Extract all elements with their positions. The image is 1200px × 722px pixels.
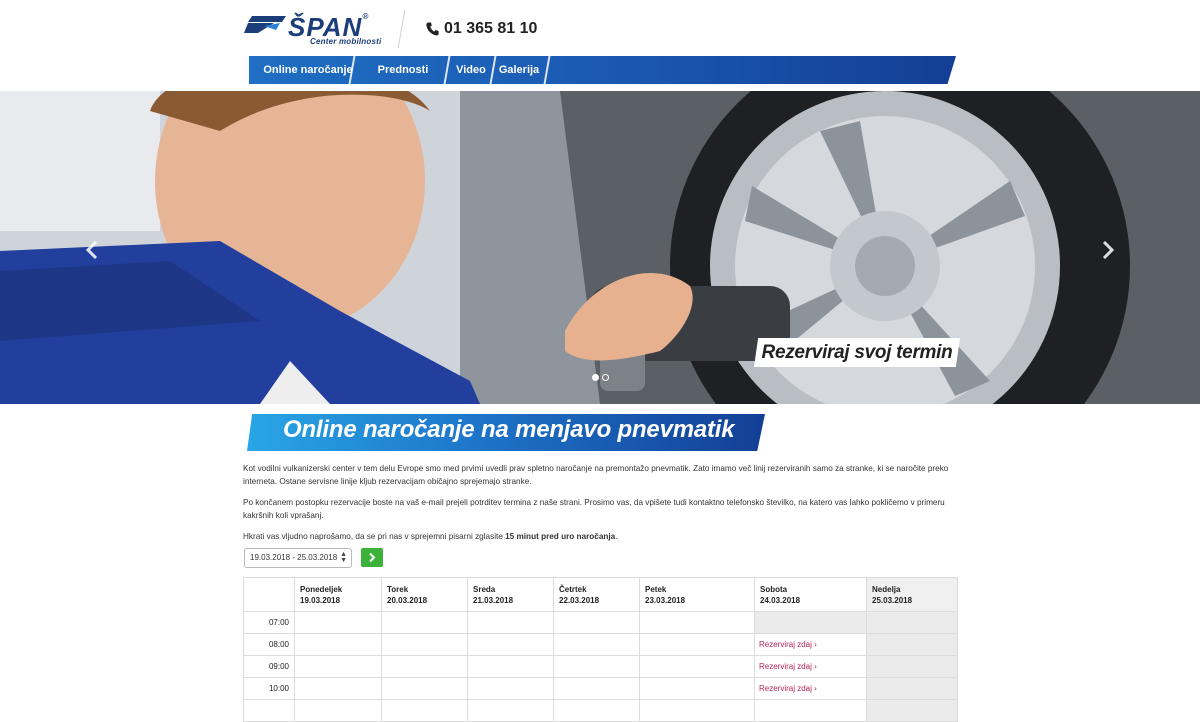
day-header: Petek 23.03.2018 xyxy=(639,577,755,612)
week-go-button[interactable] xyxy=(361,548,383,567)
slider-dot-1[interactable] xyxy=(592,374,599,381)
time-cell: 08:00 xyxy=(243,633,295,656)
table-row: 08:00 Rezerviraj zdaj › xyxy=(243,633,958,656)
week-select-value: 19.03.2018 - 25.03.2018 xyxy=(250,553,338,562)
slot-cell xyxy=(639,699,755,722)
slot-cell xyxy=(294,633,382,656)
slot-cell xyxy=(467,699,554,722)
slot-cell xyxy=(866,633,958,656)
time-cell: 09:00 xyxy=(243,655,295,678)
nav-item-video[interactable]: Video xyxy=(450,56,492,84)
intro-text: Kot vodilni vulkanizerski center v tem d… xyxy=(243,462,958,551)
day-header: Nedelja 25.03.2018 xyxy=(866,577,958,612)
arrival-time-note: 15 minut pred uro naročanja xyxy=(505,532,616,541)
day-header: Četrtek 22.03.2018 xyxy=(553,577,640,612)
chevron-right-icon: › xyxy=(814,640,817,649)
intro-paragraph-2: Po končanem postopku rezervacije boste n… xyxy=(243,498,945,520)
day-header: Torek 20.03.2018 xyxy=(381,577,468,612)
slot-cell xyxy=(553,655,640,678)
slot-cell xyxy=(754,699,867,722)
slot-cell xyxy=(866,611,958,634)
time-cell xyxy=(243,699,295,722)
slider-dot-2[interactable] xyxy=(602,374,609,381)
slot-cell xyxy=(294,655,382,678)
slot-cell xyxy=(381,633,468,656)
slot-cell xyxy=(294,677,382,700)
hero-slider xyxy=(0,91,1200,404)
slot-cell xyxy=(639,655,755,678)
table-row: 07:00 xyxy=(243,611,958,634)
hero-caption[interactable]: Rezerviraj svoj termin xyxy=(754,338,960,367)
intro-paragraph-1: Kot vodilni vulkanizerski center v tem d… xyxy=(243,464,949,486)
reserve-now-link[interactable]: Rezerviraj zdaj › xyxy=(754,677,867,700)
header-divider xyxy=(397,10,406,48)
schedule-header-row: Ponedeljek 19.03.2018 Torek 20.03.2018 Sre… xyxy=(243,577,958,612)
slot-cell xyxy=(553,677,640,700)
span-logo[interactable]: ŠPAN® Center mobilnosti xyxy=(244,12,382,46)
slot-cell xyxy=(553,699,640,722)
slot-cell xyxy=(754,611,867,634)
nav-item-online-narocanje[interactable]: Online naročanje xyxy=(263,56,353,84)
main-nav: Online naročanje Prednosti menjave Video… xyxy=(249,56,956,84)
slot-cell xyxy=(467,633,554,656)
slot-cell xyxy=(866,677,958,700)
slot-cell xyxy=(866,655,958,678)
updown-caret-icon: ▲ ▼ xyxy=(340,551,347,564)
week-select[interactable]: 19.03.2018 - 25.03.2018 ▲ ▼ xyxy=(244,548,352,568)
slot-cell xyxy=(294,699,382,722)
slot-cell xyxy=(467,655,554,678)
phone-number-text: 01 365 81 10 xyxy=(444,20,538,37)
chevron-right-icon: › xyxy=(814,684,817,693)
table-row: 10:00 Rezerviraj zdaj › xyxy=(243,677,958,700)
chevron-right-icon[interactable] xyxy=(1100,241,1116,259)
phone-icon xyxy=(426,22,439,36)
intro-paragraph-3: Hkrati vas vljudno naprošamo, da se pri … xyxy=(243,532,618,541)
phone-number[interactable]: 01 365 81 10 xyxy=(426,20,537,38)
slot-cell xyxy=(639,611,755,634)
slot-cell xyxy=(639,633,755,656)
nav-item-galerija[interactable]: Galerija xyxy=(496,56,542,84)
slot-cell xyxy=(381,699,468,722)
slot-cell xyxy=(866,699,958,722)
page-title: Online naročanje na menjavo pnevmatik xyxy=(283,416,735,443)
day-header: Sobota 24.03.2018 xyxy=(754,577,867,612)
slot-cell xyxy=(553,633,640,656)
table-row: 09:00 Rezerviraj zdaj › xyxy=(243,655,958,678)
chevron-left-icon[interactable] xyxy=(84,241,100,259)
schedule-table: Ponedeljek 19.03.2018 Torek 20.03.2018 Sre… xyxy=(243,577,958,722)
slider-dots xyxy=(592,374,609,381)
time-cell: 07:00 xyxy=(243,611,295,634)
slot-cell xyxy=(639,677,755,700)
logo-tagline: Center mobilnosti xyxy=(310,37,382,46)
slot-cell xyxy=(294,611,382,634)
reserve-now-link[interactable]: Rezerviraj zdaj › xyxy=(754,655,867,678)
slot-cell xyxy=(381,611,468,634)
page-title-banner: Online naročanje na menjavo pnevmatik xyxy=(247,414,765,451)
time-column-header xyxy=(243,577,295,612)
nav-separator xyxy=(543,56,551,84)
logo-mark-icon xyxy=(244,16,286,33)
reserve-now-link[interactable]: Rezerviraj zdaj › xyxy=(754,633,867,656)
slot-cell xyxy=(381,655,468,678)
day-header: Sreda 21.03.2018 xyxy=(467,577,554,612)
nav-item-prednosti-menjave[interactable]: Prednosti menjave xyxy=(357,56,449,84)
chevron-right-icon: › xyxy=(814,662,817,671)
chevron-right-icon xyxy=(369,552,376,563)
slot-cell xyxy=(553,611,640,634)
time-cell: 10:00 xyxy=(243,677,295,700)
site-header: ŠPAN® Center mobilnosti 01 365 81 10 Onl… xyxy=(0,0,1200,91)
slot-cell xyxy=(467,611,554,634)
hero-image xyxy=(0,91,1200,404)
day-header: Ponedeljek 19.03.2018 xyxy=(294,577,382,612)
table-row xyxy=(243,699,958,722)
hero-caption-text: Rezerviraj svoj termin xyxy=(761,342,953,363)
slot-cell xyxy=(381,677,468,700)
slot-cell xyxy=(467,677,554,700)
